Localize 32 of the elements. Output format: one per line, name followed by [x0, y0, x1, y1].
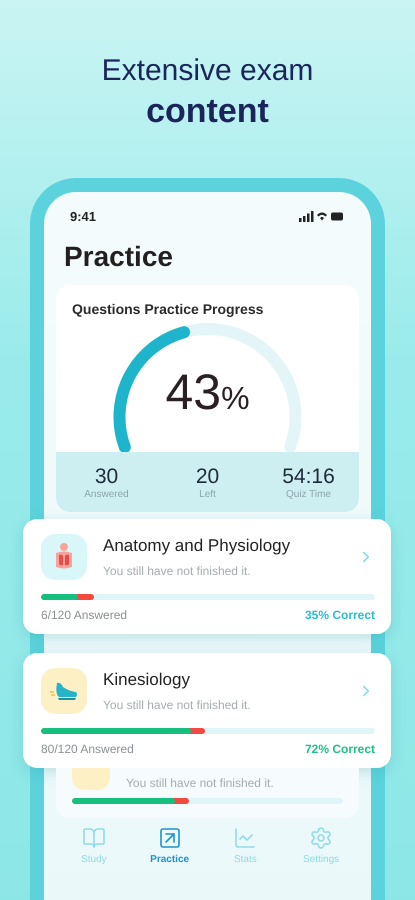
shoe-icon	[49, 680, 79, 702]
stat-label: Left	[199, 488, 216, 500]
book-icon	[82, 826, 106, 850]
line-chart-icon	[233, 826, 258, 850]
course-title: Anatomy and Physiology	[103, 536, 292, 556]
tab[interactable]: Practice	[132, 826, 208, 870]
stat-label: Answered	[84, 488, 129, 500]
percent-sign: %	[221, 380, 250, 416]
progress-percent: 43	[165, 362, 222, 420]
course-card[interactable]: Anatomy and Physiology You still have not finished it. 6/120 Answered 35% Correct	[23, 519, 391, 634]
stat-value: 54:16	[282, 464, 335, 488]
answered-count: 6/120 Answered	[41, 608, 128, 622]
card-title: Questions Practice Progress	[72, 301, 264, 317]
stat-value: 30	[94, 464, 118, 488]
status-icons	[299, 210, 345, 222]
course-status: You still have not finished it.	[126, 776, 274, 790]
stat-label: Quiz Time	[286, 488, 331, 500]
course-title: Kinesiology	[103, 670, 191, 690]
headline: Extensive exam	[102, 53, 314, 89]
status-time: 9:41	[70, 208, 96, 224]
stat-value: 20	[196, 464, 220, 488]
page-title: Practice	[64, 241, 173, 273]
settings-icon	[309, 826, 334, 850]
course-status: You still have not finished it.	[103, 564, 252, 578]
correct-score: 35% Correct	[304, 608, 375, 622]
course-status: You still have not finished it.	[103, 698, 252, 712]
headline: content	[146, 91, 269, 132]
correct-score: 72% Correct	[304, 742, 375, 756]
course-icon-tile	[72, 768, 110, 790]
arrow-square-icon	[158, 826, 182, 850]
course-card[interactable]: Kinesiology You still have not finished it. 80/120 Answered 72% Correct	[23, 653, 391, 768]
answered-count: 80/120 Answered	[41, 742, 134, 756]
